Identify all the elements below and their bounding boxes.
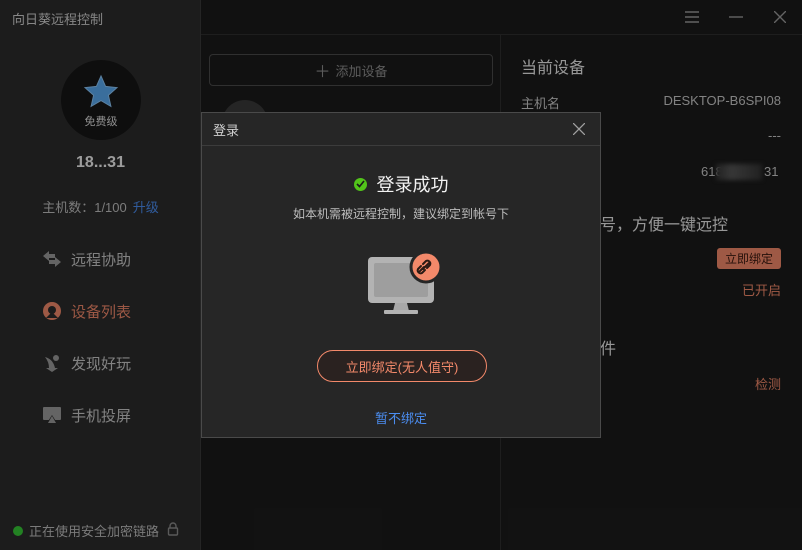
dialog-subtitle: 如本机需被远程控制，建议绑定到帐号下 bbox=[292, 207, 509, 221]
monitor-illustration bbox=[368, 250, 444, 322]
dialog-title: 登录 bbox=[213, 122, 240, 138]
check-icon bbox=[353, 177, 367, 191]
dialog-header: 登录 bbox=[202, 113, 600, 146]
success-text: 登录成功 bbox=[376, 175, 449, 195]
skip-bind-link[interactable]: 暂不绑定 bbox=[202, 408, 600, 427]
bind-unattended-button[interactable]: 立即绑定(无人值守) bbox=[317, 350, 487, 382]
close-icon bbox=[573, 123, 585, 135]
dialog-close-button[interactable] bbox=[570, 120, 588, 138]
success-heading: 登录成功 bbox=[202, 171, 600, 197]
login-dialog: 登录 登录成功 如本机需被远程控制，建议绑定到帐号下 立即绑定(无人值守) 暂不… bbox=[201, 112, 601, 438]
